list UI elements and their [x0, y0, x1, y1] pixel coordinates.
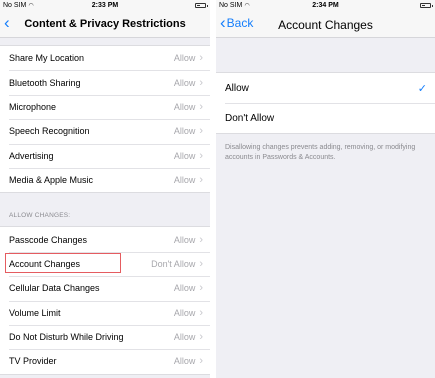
status-time: 2:33 PM	[91, 2, 119, 9]
nav-bar: ‹ Back Account Changes	[216, 11, 435, 38]
option-dont-allow[interactable]: Don't Allow	[216, 103, 435, 133]
chevron-right-icon: ›	[199, 174, 203, 187]
chevron-right-icon: ›	[199, 76, 203, 89]
options-list: Allow ✓ Don't Allow	[216, 72, 435, 134]
status-bar: No SIM ◠ 2:34 PM	[216, 0, 435, 11]
account-changes-screen: No SIM ◠ 2:34 PM ‹ Back Account Changes Al…	[216, 0, 435, 378]
list-item-share-my-location[interactable]: Share My Location Allow ›	[0, 46, 210, 70]
list-item-label: Bluetooth Sharing	[9, 77, 81, 88]
chevron-right-icon: ›	[199, 282, 203, 295]
list-item-microphone[interactable]: Microphone Allow ›	[0, 94, 210, 119]
footer-note: Disallowing changes prevents adding, rem…	[225, 144, 416, 161]
list-item-value: Allow	[173, 234, 196, 245]
list-item-label: Passcode Changes	[9, 234, 88, 245]
list-item-value: Allow	[173, 307, 196, 318]
chevron-right-icon: ›	[199, 149, 203, 162]
chevron-right-icon: ›	[199, 52, 203, 65]
list-item-value: Allow	[173, 283, 196, 294]
list-item-do-not-disturb-while-driving[interactable]: Do Not Disturb While Driving Allow ›	[0, 324, 210, 349]
list-item-value: Allow	[173, 126, 196, 137]
list-item-value: Allow	[173, 101, 196, 112]
list-item-label: Cellular Data Changes	[9, 283, 100, 294]
list-item-label: Media & Apple Music	[9, 175, 94, 186]
option-label: Allow	[225, 82, 249, 94]
battery-icon	[195, 3, 208, 8]
page-title: Content & Privacy Restrictions	[24, 18, 186, 30]
list-item-value: Allow	[173, 175, 196, 186]
chevron-right-icon: ›	[199, 257, 203, 270]
option-allow[interactable]: Allow ✓	[216, 73, 435, 103]
status-time: 2:34 PM	[312, 2, 339, 9]
nav-bar: ‹ Content & Privacy Restrictions	[0, 11, 210, 38]
list-item-value: Allow	[173, 77, 196, 88]
list-item-value: Allow	[173, 53, 196, 64]
list-item-label: Account Changes	[9, 258, 81, 269]
chevron-right-icon: ›	[199, 233, 203, 246]
list-item-label: Share My Location	[9, 53, 85, 64]
list-item-cellular-data-changes[interactable]: Cellular Data Changes Allow ›	[0, 276, 210, 300]
list-item-value: Allow	[173, 356, 196, 367]
allow-changes-list: Passcode Changes Allow › Account Changes Do…	[0, 226, 210, 375]
list-item-speech-recognition[interactable]: Speech Recognition Allow ›	[0, 119, 210, 143]
list-item-passcode-changes[interactable]: Passcode Changes Allow ›	[0, 227, 210, 251]
list-item-label: Do Not Disturb While Driving	[9, 332, 124, 343]
chevron-right-icon: ›	[199, 125, 203, 138]
list-item-label: Advertising	[9, 150, 54, 161]
list-item-bluetooth-sharing[interactable]: Bluetooth Sharing Allow ›	[0, 70, 210, 94]
checkmark-icon: ✓	[417, 82, 427, 95]
list-item-value: Allow	[173, 150, 196, 161]
status-bar: No SIM ◠ 2:33 PM	[0, 0, 210, 11]
section-header-allow-changes: ALLOW CHANGES:	[9, 212, 71, 220]
list-item-label: Volume Limit	[9, 307, 61, 318]
privacy-list: Share My Location Allow › Bluetooth Sharin…	[0, 45, 210, 194]
list-item-label: Speech Recognition	[9, 126, 90, 137]
list-item-tv-provider[interactable]: TV Provider Allow ›	[0, 349, 210, 373]
list-item-account-changes[interactable]: Account Changes Don't Allow ›	[0, 251, 210, 276]
chevron-right-icon: ›	[199, 100, 203, 113]
restrictions-screen: No SIM ◠ 2:33 PM ‹ Content & Privacy Rest…	[0, 0, 210, 378]
option-label: Don't Allow	[225, 112, 275, 124]
chevron-right-icon: ›	[199, 331, 203, 344]
list-item-label: TV Provider	[9, 356, 57, 367]
list-item-value: Allow	[173, 332, 196, 343]
chevron-right-icon: ›	[199, 306, 203, 319]
list-item-value: Don't Allow	[151, 258, 196, 269]
list-item-label: Microphone	[9, 101, 57, 112]
page-title: Account Changes	[278, 18, 373, 32]
battery-icon	[420, 3, 433, 8]
list-item-media-apple-music[interactable]: Media & Apple Music Allow ›	[0, 167, 210, 192]
list-item-advertising[interactable]: Advertising Allow ›	[0, 143, 210, 168]
chevron-right-icon: ›	[199, 355, 203, 368]
list-item-volume-limit[interactable]: Volume Limit Allow ›	[0, 300, 210, 325]
